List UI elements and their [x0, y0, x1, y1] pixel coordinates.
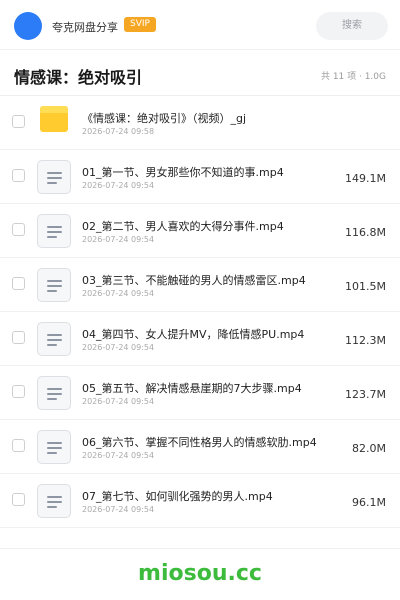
- document-icon: [37, 322, 71, 356]
- item-size: 116.8M: [345, 226, 386, 239]
- item-date: 2026-07-24 09:54: [82, 343, 155, 352]
- list-item[interactable]: 06_第六节、掌握不同性格男人的情感软肋.mp4 2026-07-24 09:5…: [0, 420, 400, 474]
- avatar[interactable]: [14, 12, 42, 40]
- list-item[interactable]: 07_第七节、如何驯化强势的男人.mp4 2026-07-24 09:54 96…: [0, 474, 400, 528]
- item-name: 《情感课：绝对吸引》（视频）_gj: [82, 112, 247, 125]
- list-item[interactable]: 《情感课：绝对吸引》（视频）_gj 2026-07-24 09:58: [0, 96, 400, 150]
- select-checkbox[interactable]: [12, 439, 25, 452]
- list-item[interactable]: 03_第三节、不能触碰的男人的情感雷区.mp4 2026-07-24 09:54…: [0, 258, 400, 312]
- list-item[interactable]: 01_第一节、男女那些你不知道的事.mp4 2026-07-24 09:54 1…: [0, 150, 400, 204]
- item-size: 82.0M: [352, 442, 386, 455]
- document-icon: [37, 160, 71, 194]
- svip-badge: SVIP: [124, 17, 156, 32]
- select-checkbox[interactable]: [12, 223, 25, 236]
- item-date: 2026-07-24 09:58: [82, 127, 155, 136]
- share-header: 夸克网盘分享 SVIP 搜索: [0, 0, 400, 50]
- list-item[interactable]: 02_第二节、男人喜欢的大得分事件.mp4 2026-07-24 09:54 1…: [0, 204, 400, 258]
- item-name: 04_第四节、女人提升MV，降低情感PU.mp4: [82, 328, 305, 341]
- footer: miosou.cc: [0, 548, 400, 600]
- document-icon: [37, 268, 71, 302]
- list-item[interactable]: 05_第五节、解决情感悬崖期的7大步骤.mp4 2026-07-24 09:54…: [0, 366, 400, 420]
- item-date: 2026-07-24 09:54: [82, 397, 155, 406]
- watermark: miosou.cc: [138, 561, 262, 586]
- select-checkbox[interactable]: [12, 385, 25, 398]
- owner-name: 夸克网盘分享: [52, 21, 118, 34]
- item-date: 2026-07-24 09:54: [82, 289, 155, 298]
- select-checkbox[interactable]: [12, 115, 25, 128]
- page-title: 情感课：绝对吸引: [14, 68, 143, 87]
- item-name: 02_第二节、男人喜欢的大得分事件.mp4: [82, 220, 284, 233]
- folder-titlebar: 情感课：绝对吸引 共 11 项 · 1.0G: [0, 50, 400, 96]
- folder-icon: [37, 106, 71, 140]
- select-checkbox[interactable]: [12, 169, 25, 182]
- document-icon: [37, 430, 71, 464]
- item-size: 112.3M: [345, 334, 386, 347]
- document-icon: [37, 484, 71, 518]
- document-icon: [37, 376, 71, 410]
- item-name: 05_第五节、解决情感悬崖期的7大步骤.mp4: [82, 382, 302, 395]
- list-item[interactable]: 04_第四节、女人提升MV，降低情感PU.mp4 2026-07-24 09:5…: [0, 312, 400, 366]
- item-name: 06_第六节、掌握不同性格男人的情感软肋.mp4: [82, 436, 317, 449]
- item-size: 101.5M: [345, 280, 386, 293]
- search-input[interactable]: 搜索: [316, 12, 388, 40]
- item-name: 03_第三节、不能触碰的男人的情感雷区.mp4: [82, 274, 306, 287]
- select-checkbox[interactable]: [12, 493, 25, 506]
- item-name: 07_第七节、如何驯化强势的男人.mp4: [82, 490, 273, 503]
- select-checkbox[interactable]: [12, 277, 25, 290]
- item-date: 2026-07-24 09:54: [82, 505, 155, 514]
- item-date: 2026-07-24 09:54: [82, 451, 155, 460]
- document-icon: [37, 214, 71, 248]
- item-size: 123.7M: [345, 388, 386, 401]
- folder-meta: 共 11 项 · 1.0G: [320, 72, 386, 82]
- item-name: 01_第一节、男女那些你不知道的事.mp4: [82, 166, 284, 179]
- item-date: 2026-07-24 09:54: [82, 235, 155, 244]
- item-size: 149.1M: [345, 172, 386, 185]
- select-checkbox[interactable]: [12, 331, 25, 344]
- item-date: 2026-07-24 09:54: [82, 181, 155, 190]
- item-size: 96.1M: [352, 496, 386, 509]
